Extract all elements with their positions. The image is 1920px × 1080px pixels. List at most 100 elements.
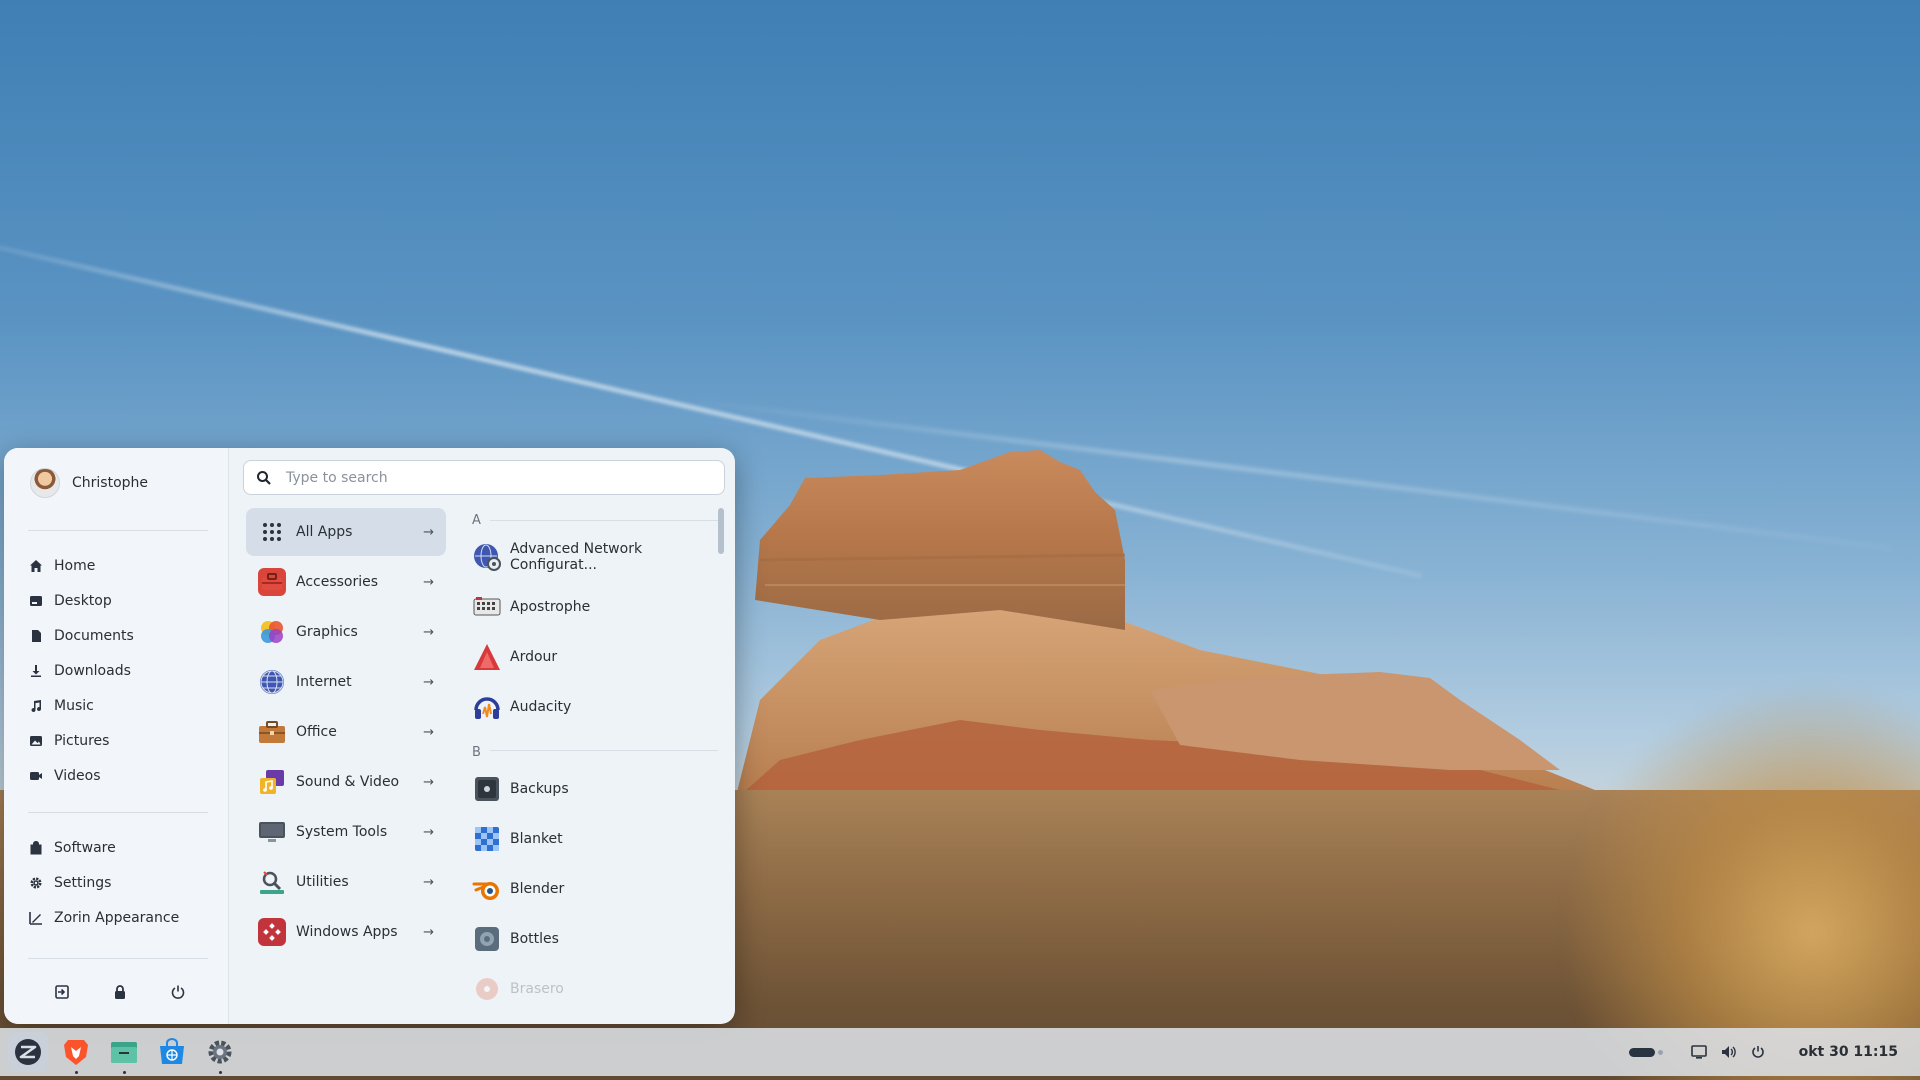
home-icon xyxy=(28,558,44,574)
gear-icon xyxy=(28,875,44,891)
clock[interactable]: okt 30 11:15 xyxy=(1799,1044,1898,1060)
app-advanced-network-configuration[interactable]: Advanced Network Configurat... xyxy=(462,532,722,582)
zorin-menu-button[interactable] xyxy=(8,1032,48,1072)
user-profile[interactable]: Christophe xyxy=(30,468,148,498)
category-label: Graphics xyxy=(296,624,358,640)
ardour-icon xyxy=(472,642,502,672)
place-home[interactable]: Home xyxy=(28,548,134,583)
category-windows-apps[interactable]: Windows Apps → xyxy=(246,908,446,956)
category-all-apps[interactable]: All Apps → xyxy=(246,508,446,556)
display-icon[interactable] xyxy=(1690,1045,1707,1059)
globe-icon xyxy=(258,668,286,696)
sys-label: Software xyxy=(54,839,116,856)
running-indicator xyxy=(74,1071,78,1074)
category-sound-video[interactable]: Sound & Video → xyxy=(246,758,446,806)
app-list-scrollbar[interactable] xyxy=(718,508,724,554)
toolbox-icon xyxy=(258,568,286,596)
battery-icon[interactable] xyxy=(1628,1047,1663,1057)
app-apostrophe[interactable]: Apostrophe xyxy=(462,582,722,632)
lock-icon xyxy=(115,985,125,999)
category-system-tools[interactable]: System Tools → xyxy=(246,808,446,856)
category-internet[interactable]: Internet → xyxy=(246,658,446,706)
search-input[interactable] xyxy=(286,469,686,486)
sys-zorin-appearance[interactable]: Zorin Appearance xyxy=(28,900,179,935)
software-icon xyxy=(28,840,44,856)
documents-icon xyxy=(28,628,44,644)
app-backups[interactable]: Backups xyxy=(462,764,722,814)
settings-button[interactable] xyxy=(200,1032,240,1074)
app-brasero[interactable]: Brasero xyxy=(462,964,722,1014)
divider xyxy=(28,958,208,959)
logout-button[interactable] xyxy=(52,982,72,1002)
divider xyxy=(28,812,208,813)
app-label: Blanket xyxy=(510,831,563,847)
arrow-right-icon: → xyxy=(423,574,434,590)
place-pictures[interactable]: Pictures xyxy=(28,723,134,758)
search-icon xyxy=(257,470,271,485)
places-list: Home Desktop Documents Downloads Music P… xyxy=(28,548,134,793)
category-label: Windows Apps xyxy=(296,924,398,940)
blanket-icon xyxy=(472,824,502,854)
power-icon xyxy=(171,985,185,999)
brave-icon xyxy=(64,1040,88,1065)
place-videos[interactable]: Videos xyxy=(28,758,134,793)
category-accessories[interactable]: Accessories → xyxy=(246,558,446,606)
arrow-right-icon: → xyxy=(423,724,434,740)
session-buttons xyxy=(52,982,188,1002)
files-button[interactable] xyxy=(104,1032,144,1074)
running-indicator xyxy=(122,1071,126,1074)
place-desktop[interactable]: Desktop xyxy=(28,583,134,618)
network-config-icon xyxy=(472,542,502,572)
arrow-right-icon: → xyxy=(423,624,434,640)
taskbar: okt 30 11:15 xyxy=(0,1028,1920,1076)
software-store-icon xyxy=(160,1038,184,1064)
place-label: Music xyxy=(54,697,94,714)
app-blender[interactable]: Blender xyxy=(462,864,722,914)
app-menu: Christophe Home Desktop Documents Downlo… xyxy=(4,448,735,1024)
apostrophe-icon xyxy=(472,592,502,622)
arrow-right-icon: → xyxy=(423,674,434,690)
backups-icon xyxy=(472,774,502,804)
power-button[interactable] xyxy=(168,982,188,1002)
app-blanket[interactable]: Blanket xyxy=(462,814,722,864)
arrow-right-icon: → xyxy=(423,824,434,840)
place-downloads[interactable]: Downloads xyxy=(28,653,134,688)
sys-label: Settings xyxy=(54,874,112,891)
place-label: Pictures xyxy=(54,732,110,749)
app-ardour[interactable]: Ardour xyxy=(462,632,722,682)
place-label: Desktop xyxy=(54,592,112,609)
logout-icon xyxy=(55,985,69,999)
app-label: Backups xyxy=(510,781,569,797)
app-audacity[interactable]: Audacity xyxy=(462,682,722,732)
brave-button[interactable] xyxy=(56,1032,96,1074)
sys-settings[interactable]: Settings xyxy=(28,865,179,900)
place-documents[interactable]: Documents xyxy=(28,618,134,653)
category-utilities[interactable]: Utilities → xyxy=(246,858,446,906)
grid-icon xyxy=(258,518,286,546)
category-label: Sound & Video xyxy=(296,774,400,790)
category-office[interactable]: Office → xyxy=(246,708,446,756)
avatar xyxy=(30,468,60,498)
power-icon[interactable] xyxy=(1751,1045,1765,1059)
section-divider xyxy=(490,520,718,521)
category-label: System Tools xyxy=(296,824,388,840)
place-music[interactable]: Music xyxy=(28,688,134,723)
section-divider xyxy=(490,750,718,751)
place-label: Home xyxy=(54,557,96,574)
system-links: Software Settings Zorin Appearance xyxy=(28,830,179,935)
app-label: Audacity xyxy=(510,699,572,715)
volume-icon[interactable] xyxy=(1721,1045,1737,1059)
app-label: Advanced Network Configurat... xyxy=(510,541,643,573)
arrow-right-icon: → xyxy=(423,774,434,790)
app-bottles[interactable]: Bottles xyxy=(462,914,722,964)
downloads-icon xyxy=(28,663,44,679)
software-store-button[interactable] xyxy=(152,1032,192,1072)
category-graphics[interactable]: Graphics → xyxy=(246,608,446,656)
section-letter: B xyxy=(472,744,481,760)
search-box[interactable] xyxy=(243,460,725,495)
sys-software[interactable]: Software xyxy=(28,830,179,865)
lock-button[interactable] xyxy=(110,982,130,1002)
app-label: Blender xyxy=(510,881,565,897)
app-label: Ardour xyxy=(510,649,558,665)
category-label: Accessories xyxy=(296,574,379,590)
